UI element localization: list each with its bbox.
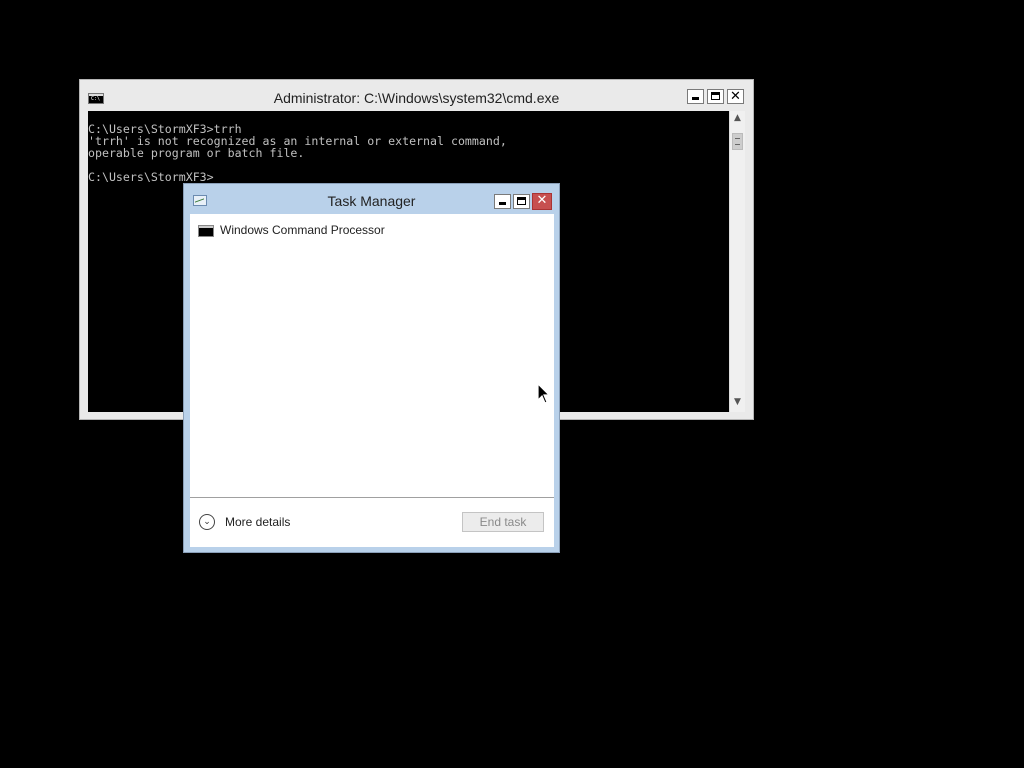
cmd-maximize-button[interactable] bbox=[707, 89, 724, 104]
process-list-item[interactable]: Windows Command Processor bbox=[190, 218, 554, 238]
process-label: Windows Command Processor bbox=[220, 223, 385, 237]
tm-maximize-button[interactable] bbox=[513, 194, 530, 209]
scroll-up-arrow-icon[interactable]: ▲ bbox=[730, 111, 745, 126]
task-manager-content: Windows Command Processor ⌄ More details… bbox=[190, 214, 554, 547]
more-details-button[interactable]: ⌄ More details bbox=[199, 513, 319, 533]
end-task-button[interactable]: End task bbox=[462, 512, 544, 532]
tm-close-button[interactable]: ✕ bbox=[532, 193, 552, 210]
task-manager-window[interactable]: Task Manager ✕ Windows Command Processor… bbox=[183, 183, 560, 553]
mouse-cursor-icon bbox=[537, 383, 551, 404]
scroll-thumb[interactable] bbox=[732, 133, 743, 150]
divider bbox=[190, 497, 554, 498]
tm-minimize-button[interactable] bbox=[494, 194, 511, 209]
cmd-minimize-button[interactable] bbox=[687, 89, 704, 104]
cmd-window-title: Administrator: C:\Windows\system32\cmd.e… bbox=[273, 90, 560, 106]
chevron-down-circle-icon: ⌄ bbox=[199, 514, 215, 530]
cmd-titlebar[interactable]: C:\ Administrator: C:\Windows\system32\c… bbox=[80, 80, 753, 110]
cmd-vertical-scrollbar[interactable]: ▲ ▼ bbox=[729, 111, 745, 412]
scroll-down-arrow-icon[interactable]: ▼ bbox=[730, 395, 745, 410]
cmd-close-button[interactable]: ✕ bbox=[727, 89, 744, 104]
console-output: C:\Users\StormXF3>trrh 'trrh' is not rec… bbox=[88, 122, 507, 184]
cmd-icon bbox=[198, 225, 214, 237]
more-details-label: More details bbox=[225, 515, 291, 529]
